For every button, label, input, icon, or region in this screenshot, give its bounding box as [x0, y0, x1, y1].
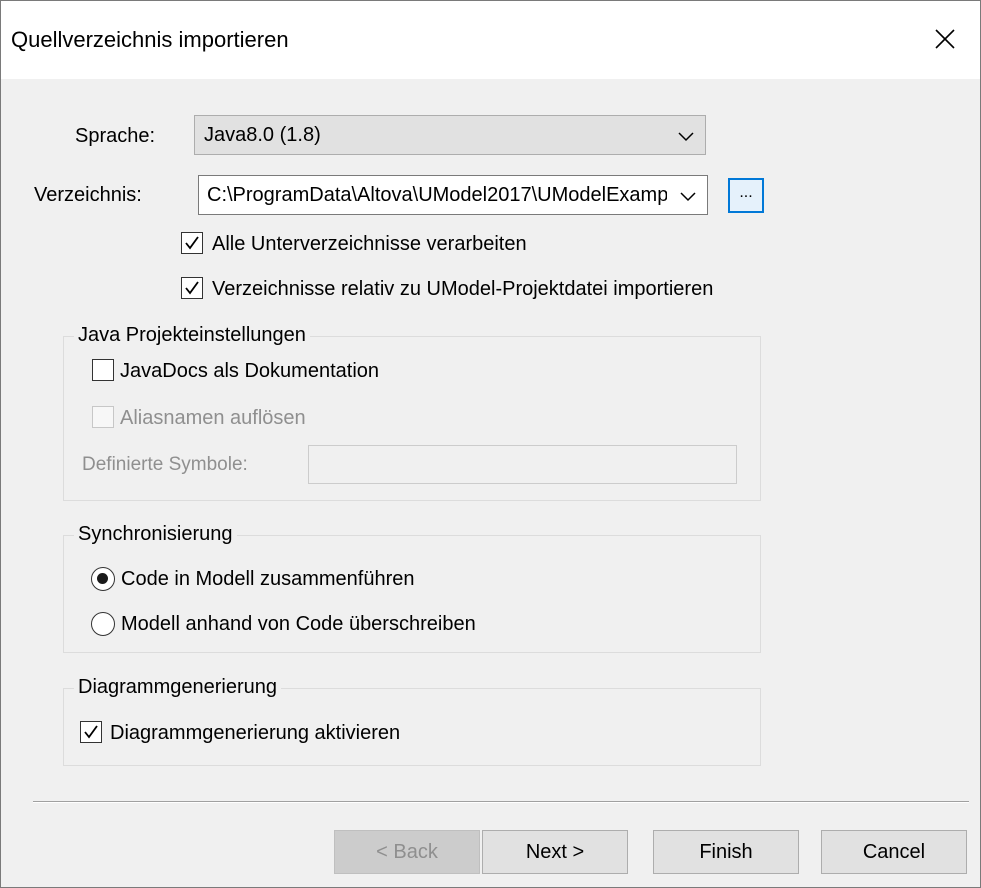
- directory-value: C:\ProgramData\Altova\UModel2017\UModelE…: [207, 184, 667, 206]
- sync-title: Synchronisierung: [74, 521, 237, 547]
- window-title: Quellverzeichnis importieren: [11, 27, 289, 52]
- checkmark-icon: [84, 725, 98, 739]
- radio-selected-dot: [97, 573, 108, 584]
- browse-button[interactable]: ...: [728, 178, 764, 213]
- diagram-enable-label[interactable]: Diagrammgenerierung aktivieren: [110, 720, 400, 746]
- finish-button[interactable]: Finish: [653, 830, 799, 874]
- defined-symbols-input[interactable]: [308, 445, 737, 484]
- java-settings-title: Java Projekteinstellungen: [74, 322, 310, 348]
- directory-label: Verzeichnis:: [34, 184, 142, 206]
- directory-combo[interactable]: C:\ProgramData\Altova\UModel2017\UModelE…: [198, 175, 708, 215]
- diagram-title: Diagrammgenerierung: [74, 674, 281, 700]
- import-source-directory-dialog: Quellverzeichnis importieren Sprache: Ja…: [0, 0, 981, 888]
- all-subdirs-label[interactable]: Alle Unterverzeichnisse verarbeiten: [212, 231, 527, 257]
- relative-import-checkbox[interactable]: [181, 277, 203, 299]
- overwrite-radio[interactable]: [91, 612, 115, 636]
- resolve-aliases-checkbox[interactable]: [92, 406, 114, 428]
- chevron-down-icon[interactable]: [679, 187, 697, 205]
- resolve-aliases-label: Aliasnamen auflösen: [120, 407, 306, 429]
- relative-import-label[interactable]: Verzeichnisse relativ zu UModel-Projektd…: [212, 276, 713, 302]
- next-button[interactable]: Next >: [482, 830, 628, 874]
- checkmark-icon: [185, 236, 199, 250]
- language-value: Java8.0 (1.8): [204, 124, 321, 146]
- close-icon: [935, 29, 955, 49]
- overwrite-label[interactable]: Modell anhand von Code überschreiben: [121, 611, 476, 637]
- merge-label[interactable]: Code in Modell zusammenführen: [121, 566, 415, 592]
- defined-symbols-label: Definierte Symbole:: [82, 454, 248, 475]
- diagram-enable-checkbox[interactable]: [80, 721, 102, 743]
- separator: [33, 801, 969, 803]
- language-select[interactable]: Java8.0 (1.8): [194, 115, 706, 155]
- javadocs-label[interactable]: JavaDocs als Dokumentation: [120, 358, 379, 384]
- language-label: Sprache:: [75, 125, 156, 147]
- merge-radio[interactable]: [91, 567, 115, 591]
- cancel-button[interactable]: Cancel: [821, 830, 967, 874]
- back-button[interactable]: < Back: [334, 830, 480, 874]
- all-subdirs-checkbox[interactable]: [181, 232, 203, 254]
- chevron-down-icon: [678, 132, 694, 142]
- checkmark-icon: [185, 281, 199, 295]
- title-bar: Quellverzeichnis importieren: [1, 1, 980, 79]
- javadocs-checkbox[interactable]: [92, 359, 114, 381]
- close-button[interactable]: [910, 1, 980, 77]
